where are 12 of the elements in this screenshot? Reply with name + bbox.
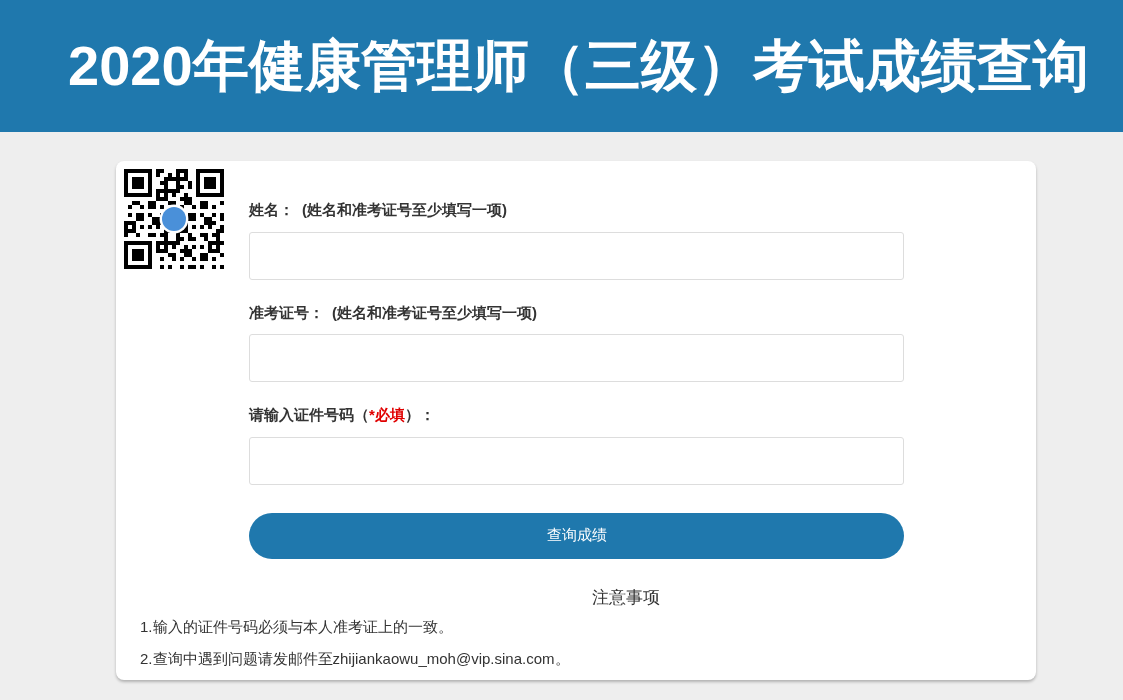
note-text: 2.查询中遇到问题请发邮件至zhijiankaowu_moh@vip.sina.com。: [140, 648, 571, 669]
page-title: 2020年健康管理师（三级）考试成绩查询: [68, 33, 1090, 99]
qr-code-icon: [124, 169, 224, 269]
input-field[interactable]: [249, 334, 904, 382]
input-field[interactable]: [249, 436, 904, 485]
input-field[interactable]: [249, 231, 904, 280]
notes-title: 注意事项: [591, 586, 661, 609]
field-label: 请输入证件号码（*必填）：: [249, 405, 436, 425]
field-label: 准考证号： (姓名和准考证号至少填写一项): [249, 302, 538, 323]
field-label: 姓名： (姓名和准考证号至少填写一项): [249, 200, 508, 220]
note-text: 1.输入的证件号码必须与本人准考证上的一致。: [140, 617, 454, 637]
query-button[interactable]: 查询成绩: [249, 512, 904, 559]
